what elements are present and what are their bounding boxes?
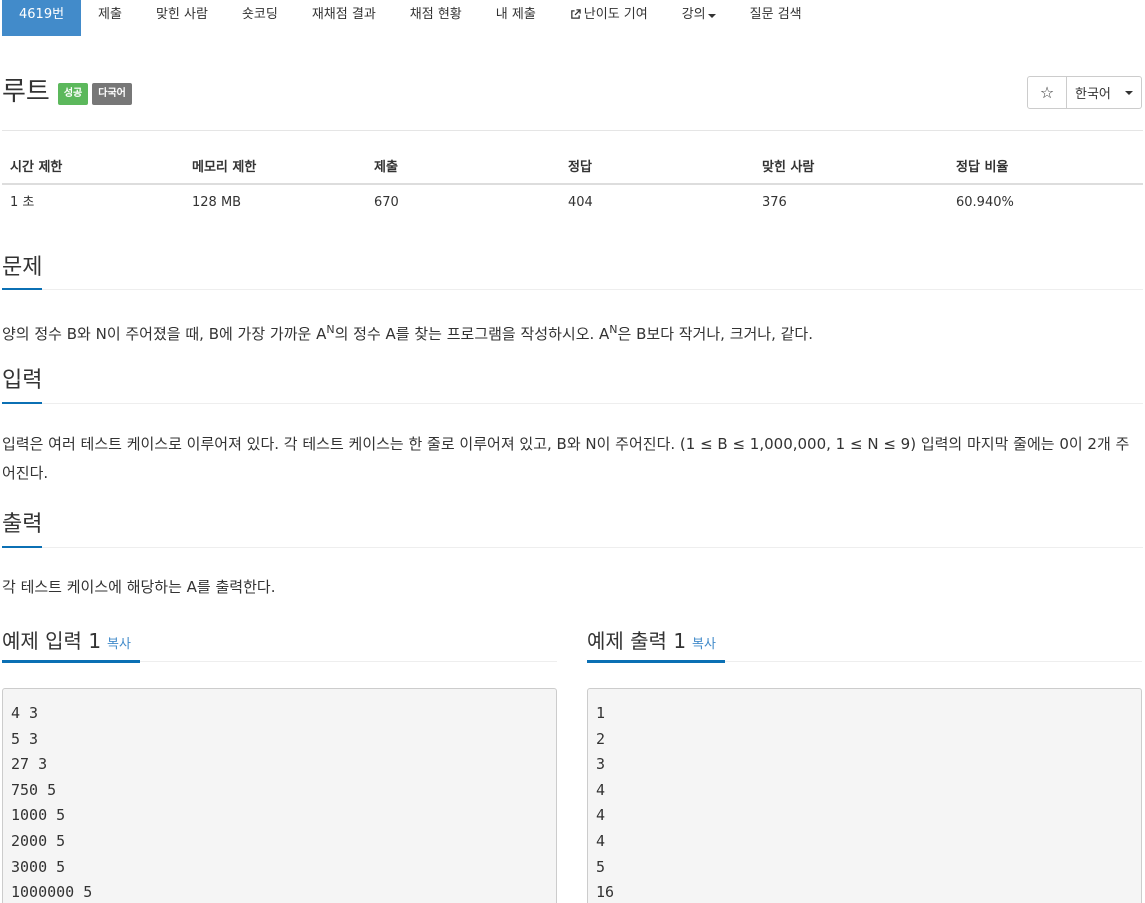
table-header-cell: 정답 <box>568 160 592 175</box>
table-row: 1 초 128 MB 670 404 376 60.940% <box>2 185 1143 221</box>
tab-submit[interactable]: 제출 <box>81 0 139 36</box>
tab-rejudge-results[interactable]: 재채점 결과 <box>295 0 393 36</box>
table-header-cell: 정답 비율 <box>956 160 1009 175</box>
sample-line: 2 <box>596 729 606 748</box>
time-limit-value: 1 초 <box>10 195 35 210</box>
sample-line: 4 <box>596 806 606 825</box>
accepted-value: 404 <box>568 195 593 210</box>
table-header-row: 시간 제한 메모리 제한 제출 정답 맞힌 사람 정답 비율 <box>2 148 1143 185</box>
superscript: N <box>609 323 618 336</box>
superscript: N <box>326 323 335 336</box>
sample-line: 3 <box>596 755 606 774</box>
tab-solvers[interactable]: 맞힌 사람 <box>139 0 225 36</box>
heading-underline <box>2 288 42 290</box>
sample-line: 1000000 5 <box>11 883 93 902</box>
problem-description: 양의 정수 B와 N이 주어졌을 때, B에 가장 가까운 AN의 정수 A를 … <box>2 315 1143 349</box>
sample-line: 4 <box>596 831 606 850</box>
tab-submit-label: 제출 <box>98 7 122 22</box>
star-icon: ☆ <box>1039 83 1055 102</box>
sample-line: 4 <box>596 780 606 799</box>
copy-sample-output-button[interactable]: 복사 <box>692 637 716 652</box>
sample-line: 2000 5 <box>11 831 66 850</box>
memory-limit-value: 128 MB <box>192 195 242 210</box>
language-dropdown[interactable]: 한국어 <box>1067 76 1142 109</box>
sample-line: 5 <box>596 857 606 876</box>
tab-lectures-dropdown[interactable]: 강의 <box>665 0 733 36</box>
input-description: 입력은 여러 테스트 케이스로 이루어져 있다. 각 테스트 케이스는 한 줄로… <box>2 435 1130 482</box>
tab-difficulty-label: 난이도 기여 <box>583 7 648 22</box>
tab-judge-status-label: 채점 현황 <box>409 7 462 22</box>
heading-underline <box>2 660 140 663</box>
sample-line: 1 <box>596 704 606 722</box>
divider <box>2 289 1143 290</box>
sample-input-box[interactable]: 4 3 5 3 27 3 750 5 1000 5 2000 5 3000 5 … <box>2 688 557 903</box>
divider <box>2 547 1143 548</box>
tab-lectures-label: 강의 <box>681 7 706 22</box>
tab-judge-status[interactable]: 채점 현황 <box>393 0 479 36</box>
sample-output-heading: 예제 출력 1 복사 <box>587 626 716 660</box>
tab-question-search-label: 질문 검색 <box>749 7 802 22</box>
copy-sample-input-button[interactable]: 복사 <box>107 637 131 652</box>
divider <box>2 403 1143 404</box>
heading-underline <box>587 660 725 663</box>
tab-short-coding-label: 숏코딩 <box>241 7 278 22</box>
table-header-cell: 시간 제한 <box>10 160 63 175</box>
status-badge-multilingual: 다국어 <box>92 83 132 105</box>
external-link-icon <box>570 9 581 19</box>
caret-down-icon <box>1125 90 1133 95</box>
tab-problem-label: 4619번 <box>19 7 65 22</box>
tab-question-search[interactable]: 질문 검색 <box>733 0 819 36</box>
divider <box>2 130 1143 131</box>
problem-nav-tabs: 4619번 제출 맞힌 사람 숏코딩 재채점 결과 채점 현황 내 제출 난이도… <box>2 0 819 36</box>
sample-line: 27 3 <box>11 755 48 774</box>
tab-problem[interactable]: 4619번 <box>2 0 82 36</box>
table-header-cell: 맞힌 사람 <box>762 160 815 175</box>
tab-short-coding[interactable]: 숏코딩 <box>225 0 295 36</box>
sample-output-title: 예제 출력 1 <box>587 629 687 653</box>
sample-line: 5 3 <box>11 729 39 748</box>
solvers-value: 376 <box>762 195 787 210</box>
problem-actions: ☆ 한국어 <box>1027 76 1142 109</box>
status-badge-success: 성공 <box>57 83 89 105</box>
heading-underline <box>2 546 42 548</box>
submissions-value: 670 <box>374 195 399 210</box>
caret-down-icon <box>707 14 716 18</box>
language-label: 한국어 <box>1075 87 1111 102</box>
tab-my-submissions[interactable]: 내 제출 <box>479 0 553 36</box>
section-heading-input: 입력 <box>2 368 43 393</box>
sample-line: 1000 5 <box>11 806 66 825</box>
sample-line: 750 5 <box>11 780 57 799</box>
sample-input-title: 예제 입력 1 <box>2 629 102 653</box>
section-heading-output: 출력 <box>2 512 43 537</box>
tab-my-submissions-label: 내 제출 <box>495 7 536 22</box>
tab-difficulty-contribution[interactable]: 난이도 기여 <box>553 0 665 36</box>
section-heading-description: 문제 <box>2 255 43 280</box>
tab-rejudge-label: 재채점 결과 <box>311 7 376 22</box>
tab-solvers-label: 맞힌 사람 <box>155 7 208 22</box>
problem-info-table: 시간 제한 메모리 제한 제출 정답 맞힌 사람 정답 비율 1 초 128 M… <box>2 148 1143 221</box>
heading-underline <box>2 402 42 404</box>
sample-output-box[interactable]: 1 2 3 4 4 4 5 16 <box>587 688 1142 903</box>
table-header-cell: 제출 <box>374 160 398 175</box>
problem-title-row: 루트 성공 다국어 <box>2 72 136 112</box>
sample-line: 3000 5 <box>11 857 66 876</box>
sample-line: 16 <box>596 883 615 902</box>
sample-line: 4 3 <box>11 704 39 722</box>
description-text: 은 B보다 작거나, 크거나, 같다. <box>617 325 813 343</box>
favorite-button[interactable]: ☆ <box>1027 76 1067 109</box>
output-description: 각 테스트 케이스에 해당하는 A를 출력한다. <box>2 578 276 596</box>
sample-input-heading: 예제 입력 1 복사 <box>2 626 131 660</box>
problem-title: 루트 <box>2 77 50 107</box>
accept-ratio-value: 60.940% <box>956 195 1014 210</box>
description-text: 양의 정수 B와 N이 주어졌을 때, B에 가장 가까운 A <box>2 325 327 343</box>
table-header-cell: 메모리 제한 <box>192 160 257 175</box>
description-text: 의 정수 A를 찾는 프로그램을 작성하시오. A <box>334 325 610 343</box>
